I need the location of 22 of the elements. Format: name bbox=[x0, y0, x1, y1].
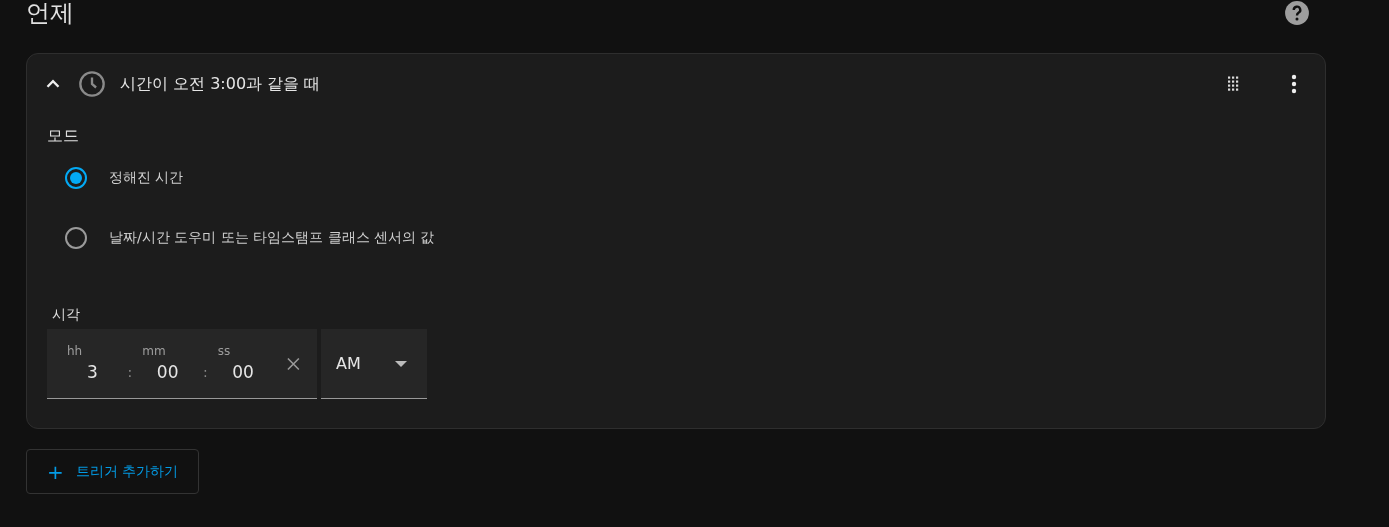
field-label: mm bbox=[142, 344, 167, 358]
separator: : bbox=[127, 364, 133, 382]
field-value: 3 bbox=[85, 362, 99, 382]
trigger-title: 시간이 오전 3:00과 같을 때 bbox=[120, 73, 322, 95]
radio-button[interactable] bbox=[65, 227, 87, 249]
field-value: 00 bbox=[231, 362, 255, 382]
radio-button[interactable] bbox=[65, 167, 87, 189]
add-trigger-button[interactable]: + 트리거 추가하기 bbox=[26, 449, 200, 494]
separator: : bbox=[202, 364, 208, 382]
period-select[interactable]: AM bbox=[321, 329, 427, 399]
help-icon[interactable] bbox=[1284, 0, 1310, 26]
field-label: hh bbox=[67, 344, 84, 358]
field-label: ss bbox=[217, 344, 232, 358]
option-label: 정해진 시간 bbox=[109, 169, 184, 187]
option-label: 날짜/시간 도우미 또는 타임스탬프 클래스 센서의 값 bbox=[109, 229, 435, 247]
dropdown-arrow-icon bbox=[395, 360, 407, 367]
time-field[interactable]: hh 3 : mm 00 : ss 00 bbox=[47, 329, 317, 399]
clock-icon bbox=[78, 70, 106, 98]
section-title: 언제 bbox=[26, 0, 74, 26]
time-label: 시각 bbox=[52, 306, 81, 324]
field-value: 00 bbox=[155, 362, 180, 382]
mode-label: 모드 bbox=[47, 126, 80, 147]
